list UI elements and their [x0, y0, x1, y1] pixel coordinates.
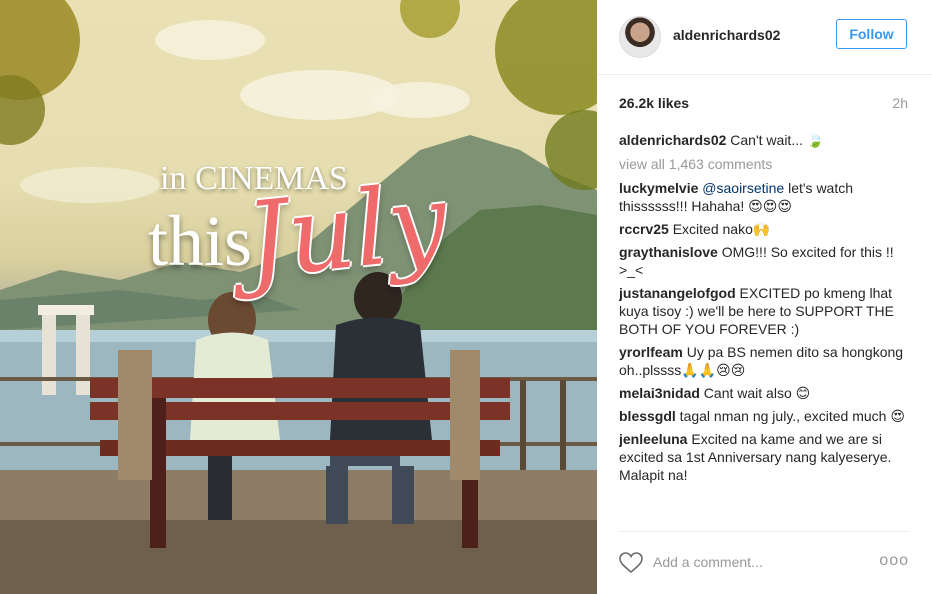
comment-text: Excited nako🙌: [668, 221, 771, 237]
caption-user[interactable]: aldenrichards02: [619, 132, 726, 148]
comment-user[interactable]: rccrv25: [619, 221, 669, 237]
list-item: melai3nidad Cant wait also 😊: [619, 384, 911, 402]
likes-count[interactable]: 26.2k likes: [619, 95, 689, 111]
list-item: luckymelvie @saoirsetine let's watch thi…: [619, 179, 911, 215]
comment-mention[interactable]: @saoirsetine: [702, 180, 784, 196]
divider: [619, 531, 909, 532]
comment-user[interactable]: yrorlfeam: [619, 344, 683, 360]
comments-list: aldenrichards02 Can't wait... 🍃 view all…: [619, 131, 911, 529]
comment-user[interactable]: melai3nidad: [619, 385, 700, 401]
overlay-script-july: July: [240, 159, 453, 303]
comment-input[interactable]: Add a comment...: [653, 554, 763, 570]
comment-user[interactable]: jenleeluna: [619, 431, 687, 447]
comment-bar: Add a comment... ooo: [619, 548, 911, 582]
post-header: aldenrichards02 Follow: [597, 0, 932, 75]
comment-user[interactable]: justanangelofgod: [619, 285, 736, 301]
comment-text: tagal nman ng july., excited much 😍: [675, 408, 905, 424]
post-details-panel: aldenrichards02 Follow 26.2k likes 2h al…: [597, 0, 932, 594]
heart-icon[interactable]: [619, 552, 643, 574]
overlay-line-this: this: [148, 201, 253, 281]
post-photo[interactable]: in CINEMAS this July: [0, 0, 597, 594]
list-item: blessgdl tagal nman ng july., excited mu…: [619, 407, 911, 425]
comment-text: Cant wait also 😊: [699, 385, 811, 401]
list-item: justanangelofgod EXCITED po kmeng lhat k…: [619, 284, 911, 338]
post-username[interactable]: aldenrichards02: [673, 27, 780, 43]
leaf-emoji-icon: 🍃: [806, 133, 825, 149]
comment-user[interactable]: blessgdl: [619, 408, 676, 424]
list-item: graythanislove OMG!!! So excited for thi…: [619, 243, 911, 279]
avatar[interactable]: [619, 16, 661, 58]
post-time[interactable]: 2h: [892, 95, 908, 111]
comment-user[interactable]: graythanislove: [619, 244, 718, 260]
list-item: jenleeluna Excited na kame and we are si…: [619, 430, 911, 484]
view-all-comments-link[interactable]: view all 1,463 comments: [619, 155, 911, 173]
list-item: yrorlfeam Uy pa BS nemen dito sa hongkon…: [619, 343, 911, 379]
list-item: rccrv25 Excited nako🙌: [619, 220, 911, 238]
more-options-icon[interactable]: ooo: [879, 552, 909, 570]
caption-text: Can't wait...: [730, 132, 803, 148]
follow-button[interactable]: Follow: [836, 19, 907, 49]
comment-user[interactable]: luckymelvie: [619, 180, 698, 196]
caption: aldenrichards02 Can't wait... 🍃: [619, 131, 911, 150]
